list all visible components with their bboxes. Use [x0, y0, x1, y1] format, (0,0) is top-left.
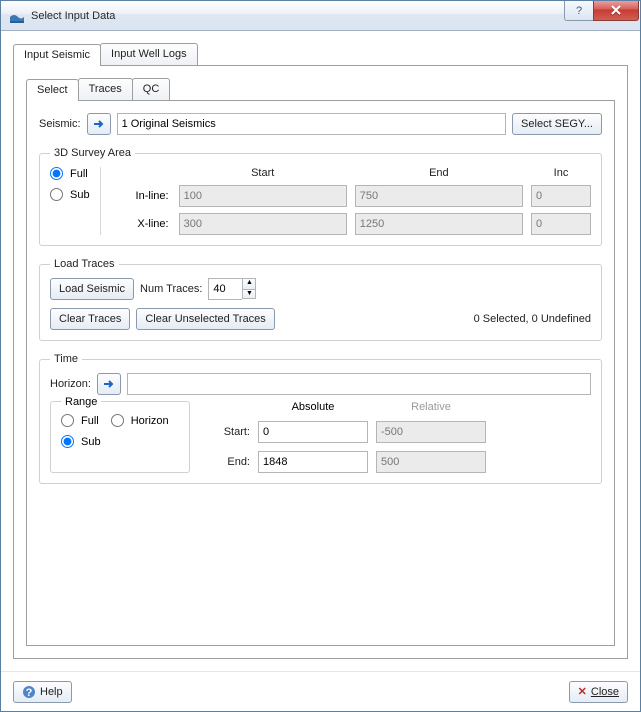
help-icon: ?	[22, 685, 36, 699]
spinner-up-icon[interactable]: ▲	[242, 278, 256, 289]
load-traces-fieldset: Load Traces Load Seismic Num Traces: ▲ ▼	[39, 258, 602, 341]
seismic-select-arrow-button[interactable]	[87, 113, 111, 135]
survey-area-fieldset: 3D Survey Area Full Sub Start End	[39, 147, 602, 246]
footer: ? Help ✕ Close	[1, 671, 640, 711]
relative-header: Relative	[376, 401, 486, 413]
traces-status-text: 0 Selected, 0 Undefined	[474, 313, 591, 325]
survey-radio-group: Full Sub	[50, 167, 101, 235]
titlebar-close-button[interactable]	[593, 1, 639, 21]
tab-input-well-logs[interactable]: Input Well Logs	[100, 43, 198, 65]
survey-area-legend: 3D Survey Area	[50, 147, 135, 159]
tab-select[interactable]: Select	[26, 79, 79, 101]
dialog-window: Select Input Data ? Input Seismic Input …	[0, 0, 641, 712]
horizon-input[interactable]	[127, 373, 591, 395]
inline-end-input	[355, 185, 523, 207]
range-radio-full[interactable]: Full	[61, 414, 99, 427]
survey-hdr-start: Start	[179, 167, 347, 179]
xline-start-input	[179, 213, 347, 235]
time-start-label: Start:	[206, 426, 250, 438]
tab-qc[interactable]: QC	[132, 78, 171, 100]
survey-radio-full[interactable]: Full	[50, 167, 90, 180]
close-button[interactable]: ✕ Close	[569, 681, 628, 703]
help-button[interactable]: ? Help	[13, 681, 72, 703]
clear-unselected-button[interactable]: Clear Unselected Traces	[136, 308, 274, 330]
survey-hdr-inc: Inc	[531, 167, 591, 179]
clear-traces-button[interactable]: Clear Traces	[50, 308, 130, 330]
range-radio-sub[interactable]: Sub	[61, 435, 179, 448]
seismic-row: Seismic: Select SEGY...	[39, 113, 602, 135]
xline-end-input	[355, 213, 523, 235]
inline-start-input	[179, 185, 347, 207]
time-legend: Time	[50, 353, 82, 365]
time-fieldset: Time Horizon: Range	[39, 353, 602, 484]
inner-tabpanel: Seismic: Select SEGY... 3D Survey Area	[26, 100, 615, 646]
abs-start-input[interactable]	[258, 421, 368, 443]
spinner-down-icon[interactable]: ▼	[242, 289, 256, 299]
tab-traces[interactable]: Traces	[78, 78, 133, 100]
range-radio-horizon[interactable]: Horizon	[111, 414, 169, 427]
rel-start-input	[376, 421, 486, 443]
survey-radio-sub[interactable]: Sub	[50, 188, 90, 201]
num-traces-label: Num Traces:	[140, 283, 202, 295]
range-fieldset: Range Full Horizon Sub	[50, 401, 190, 473]
survey-grid: Start End Inc In-line: X-line:	[115, 167, 591, 235]
tab-input-seismic[interactable]: Input Seismic	[13, 44, 101, 66]
titlebar: Select Input Data ?	[1, 1, 640, 31]
svg-text:?: ?	[576, 5, 582, 16]
app-icon	[9, 8, 25, 24]
arrow-right-icon	[92, 118, 106, 130]
rel-end-input	[376, 451, 486, 473]
outer-tabstrip: Input Seismic Input Well Logs	[13, 43, 628, 65]
time-end-label: End:	[206, 456, 250, 468]
svg-text:?: ?	[26, 687, 33, 699]
xline-label: X-line:	[115, 218, 171, 230]
horizon-select-arrow-button[interactable]	[97, 373, 121, 395]
num-traces-spinner[interactable]: ▲ ▼	[208, 278, 256, 300]
select-segy-button[interactable]: Select SEGY...	[512, 113, 602, 135]
outer-tabpanel: Select Traces QC Seismic: Select SEGY	[13, 65, 628, 659]
inner-tabstrip: Select Traces QC	[26, 78, 615, 100]
arrow-right-icon	[102, 378, 116, 390]
load-seismic-button[interactable]: Load Seismic	[50, 278, 134, 300]
load-traces-legend: Load Traces	[50, 258, 119, 270]
content-area: Input Seismic Input Well Logs Select Tra…	[1, 31, 640, 671]
survey-hdr-end: End	[355, 167, 523, 179]
horizon-label: Horizon:	[50, 378, 91, 390]
window-title: Select Input Data	[31, 10, 115, 22]
range-legend: Range	[61, 396, 101, 408]
close-x-icon: ✕	[578, 685, 587, 698]
seismic-input[interactable]	[117, 113, 506, 135]
absolute-header: Absolute	[258, 401, 368, 413]
titlebar-help-button[interactable]: ?	[564, 1, 594, 21]
inline-label: In-line:	[115, 190, 171, 202]
inline-inc-input	[531, 185, 591, 207]
seismic-label: Seismic:	[39, 118, 81, 130]
num-traces-input[interactable]	[208, 278, 242, 300]
xline-inc-input	[531, 213, 591, 235]
abs-end-input[interactable]	[258, 451, 368, 473]
abs-rel-group: Absolute Relative Start: End:	[206, 401, 591, 473]
